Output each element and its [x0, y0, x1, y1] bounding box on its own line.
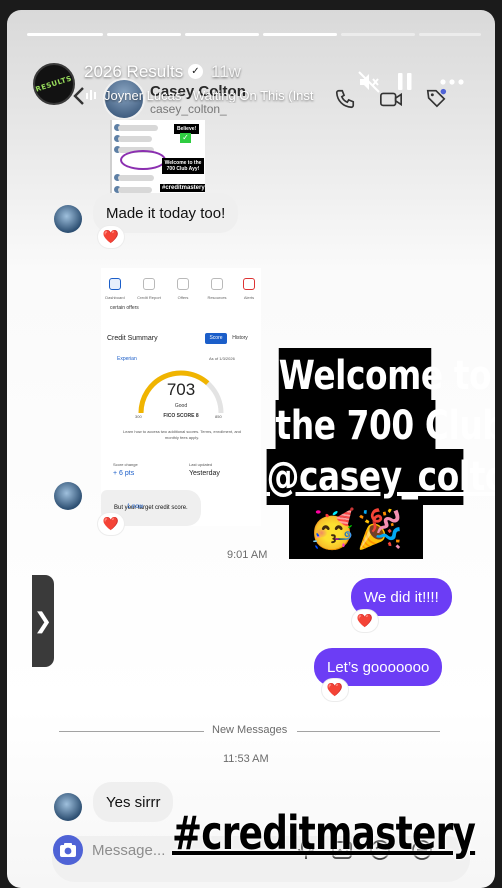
- new-messages-label: New Messages: [212, 724, 288, 736]
- target-link[interactable]: 1 now: [127, 504, 143, 510]
- story-progress-6: [419, 33, 481, 36]
- story-logo-text: RESULTS: [34, 74, 74, 94]
- credit-tab-history: History: [232, 335, 248, 341]
- story-frame: Casey Colton casey_colton_ RESULTS 2026 …: [7, 10, 495, 888]
- pause-icon[interactable]: [393, 70, 417, 94]
- post-row: [118, 136, 152, 142]
- sticker-line-1: Welcome to: [278, 348, 492, 405]
- credit-score-rating: Good: [174, 403, 188, 409]
- message-yes-sir[interactable]: Yes sirrr: [93, 782, 174, 822]
- story-account-avatar[interactable]: RESULTS: [33, 63, 75, 105]
- credit-learn-more: Learn how to access two additional score…: [123, 429, 241, 440]
- sticker-line-3: @casey_colton_: [266, 449, 495, 505]
- post-tag: #creditmastery: [160, 184, 205, 192]
- credit-report-screenshot[interactable]: Dashboard Credit Report Offers Resources…: [101, 268, 261, 526]
- credit-as-of: As of 1/3/2026: [209, 356, 235, 361]
- credit-score-model: FICO SCORE 8: [163, 413, 199, 419]
- offers-icon: [177, 278, 189, 290]
- post-highlight-ring: [120, 150, 166, 170]
- camera-button[interactable]: [53, 835, 83, 865]
- music-bars-icon: [86, 90, 96, 100]
- score-change-value: + 6 pts: [113, 470, 135, 477]
- heart-reaction-icon[interactable]: ❤️: [98, 513, 124, 535]
- score-change-label: Score change: [113, 462, 138, 467]
- dm-contact-handle: casey_colton_: [150, 102, 227, 116]
- heart-reaction-icon[interactable]: ❤️: [352, 610, 378, 632]
- last-updated-label: Last updated: [189, 462, 213, 467]
- contact-avatar[interactable]: [54, 793, 82, 821]
- timestamp: 11:53 AM: [223, 753, 269, 765]
- gauge-min-label: 300: [135, 414, 142, 419]
- post-row: [118, 125, 158, 131]
- credit-tab-score: Score: [205, 333, 227, 344]
- post-badge-middle: Welcome to the 700 Club Ayy!: [162, 158, 204, 174]
- home-icon: [109, 278, 121, 290]
- sticker-line-2: the 700 Club: [275, 400, 495, 453]
- more-options-icon[interactable]: [440, 70, 464, 94]
- divider-right: [297, 731, 440, 732]
- camera-icon: [60, 843, 76, 857]
- shared-post-thumbnail[interactable]: Believe! ✓ Welcome to the 700 Club Ayy! …: [110, 120, 205, 196]
- credit-bureau-logo: Experian: [117, 356, 137, 362]
- story-progress-5: [341, 33, 415, 36]
- story-progress-4: [263, 33, 337, 36]
- verified-badge-icon: ✓: [188, 64, 203, 79]
- credit-score-value: 703: [166, 380, 196, 399]
- gauge-max-label: 850: [215, 414, 222, 419]
- story-progress-1: [27, 33, 103, 36]
- credit-offers-text: certain offers: [110, 305, 139, 311]
- party-emoji-icon: 🥳🎉: [289, 501, 423, 559]
- heart-reaction-icon[interactable]: ❤️: [322, 679, 348, 701]
- credit-nav-label: Dashboard: [105, 295, 125, 300]
- check-icon: ✓: [180, 133, 191, 143]
- story-account-name[interactable]: 2026 Results: [84, 62, 183, 82]
- credit-summary-title: Credit Summary: [107, 335, 158, 342]
- side-panel-toggle[interactable]: ❯: [32, 575, 54, 667]
- hashtag-overlay: #creditmastery: [172, 806, 476, 860]
- story-progress-3: [185, 33, 259, 36]
- divider-left: [59, 731, 204, 732]
- contact-avatar[interactable]: [54, 205, 82, 233]
- timestamp: 9:01 AM: [227, 549, 268, 561]
- credit-nav-label: Offers: [177, 295, 189, 300]
- heart-reaction-icon[interactable]: ❤️: [98, 226, 124, 248]
- credit-nav-bar: Dashboard Credit Report Offers Resources…: [101, 268, 261, 308]
- last-updated-value: Yesterday: [189, 470, 220, 477]
- gauge-icon: [143, 278, 155, 290]
- post-row: [118, 175, 154, 181]
- bell-icon: [243, 278, 255, 290]
- story-song-label[interactable]: Joyner Lucas · Waiting On This (Inst: [104, 88, 344, 103]
- credit-nav-label: Credit Report: [137, 295, 161, 300]
- mute-icon[interactable]: [357, 70, 381, 94]
- message-target-text: But your target credit score.: [114, 505, 188, 511]
- story-progress-2: [107, 33, 181, 36]
- story-age: 11w: [211, 62, 241, 81]
- credit-nav-label: Alerts: [243, 295, 255, 300]
- credit-nav-label: Resources: [207, 295, 227, 300]
- contact-avatar[interactable]: [54, 482, 82, 510]
- document-icon: [211, 278, 223, 290]
